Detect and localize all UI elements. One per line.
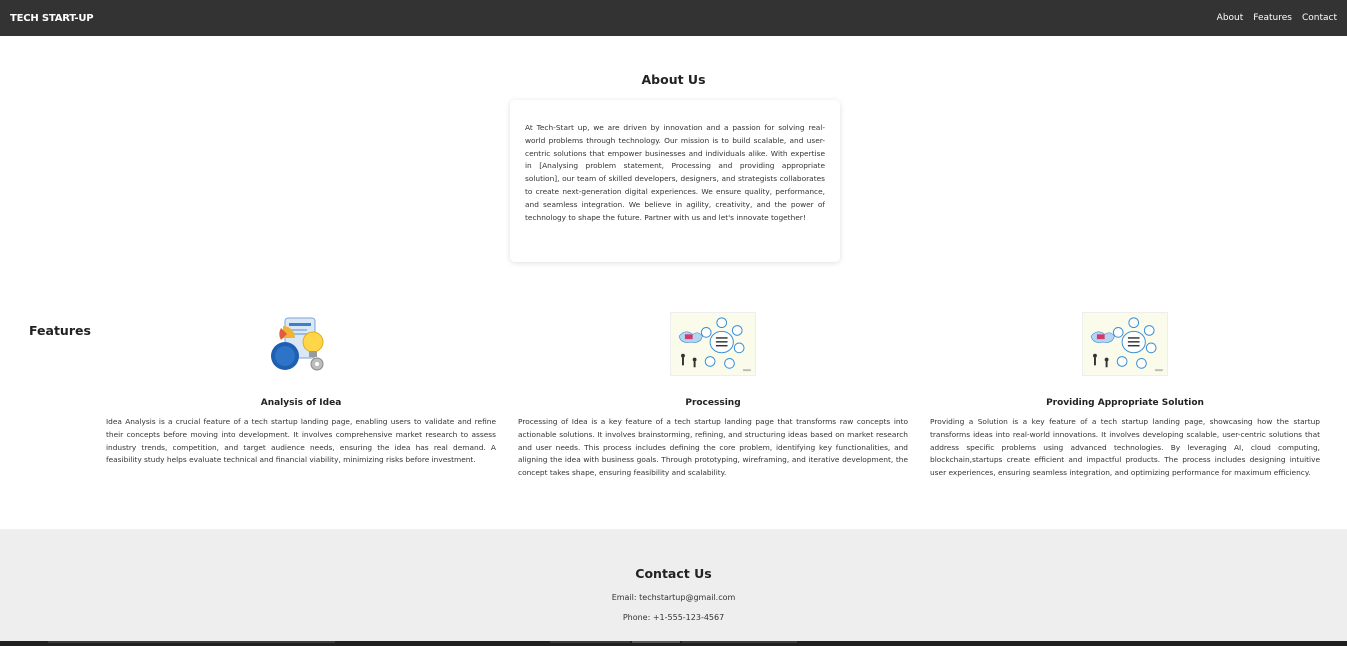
taskbar-strip bbox=[0, 641, 1347, 646]
nav-link-contact[interactable]: Contact bbox=[1302, 13, 1337, 23]
feature-card-processing: Processing Processing of Idea is a key f… bbox=[518, 312, 908, 480]
feature-title: Providing Appropriate Solution bbox=[1046, 398, 1204, 408]
nav-link-features[interactable]: Features bbox=[1253, 13, 1292, 23]
feature-image-wrapper bbox=[106, 312, 496, 376]
feature-card-solution: Providing Appropriate Solution Providing… bbox=[930, 312, 1320, 480]
feature-title: Processing bbox=[685, 398, 741, 408]
about-card: At Tech-Start up, we are driven by innov… bbox=[510, 100, 840, 262]
contact-title: Contact Us bbox=[635, 566, 712, 581]
contact-phone: Phone: +1-555-123-4567 bbox=[622, 613, 725, 622]
nav-links: About Features Contact bbox=[1217, 13, 1337, 23]
taskbar-segment bbox=[48, 641, 335, 643]
contact-email: Email: techstartup@gmail.com bbox=[611, 593, 736, 602]
navbar: TECH START-UP About Features Contact bbox=[0, 0, 1347, 36]
business-process-diagram bbox=[1082, 312, 1168, 376]
feature-card-analysis: Analysis of Idea Idea Analysis is a cruc… bbox=[106, 312, 496, 467]
contact-section: Contact Us Email: techstartup@gmail.com … bbox=[0, 529, 1347, 646]
nav-link-about[interactable]: About bbox=[1217, 13, 1244, 23]
about-title: About Us bbox=[641, 72, 706, 87]
feature-text: Processing of Idea is a key feature of a… bbox=[518, 417, 908, 478]
feature-title: Analysis of Idea bbox=[260, 398, 342, 408]
taskbar-segment bbox=[682, 641, 797, 643]
feature-text: Providing a Solution is a key feature of… bbox=[930, 417, 1320, 478]
feature-image-wrapper bbox=[518, 312, 908, 376]
features-title: Features bbox=[29, 323, 91, 338]
business-process-diagram bbox=[670, 312, 756, 376]
brand-logo-text[interactable]: TECH START-UP bbox=[10, 13, 94, 24]
feature-text: Idea Analysis is a crucial feature of a … bbox=[106, 417, 496, 465]
about-text: At Tech-Start up, we are driven by innov… bbox=[525, 123, 825, 222]
taskbar-segment bbox=[550, 641, 630, 643]
taskbar-segment bbox=[632, 641, 680, 643]
idea-analysis-illustration bbox=[271, 317, 324, 371]
feature-image-wrapper bbox=[930, 312, 1320, 376]
